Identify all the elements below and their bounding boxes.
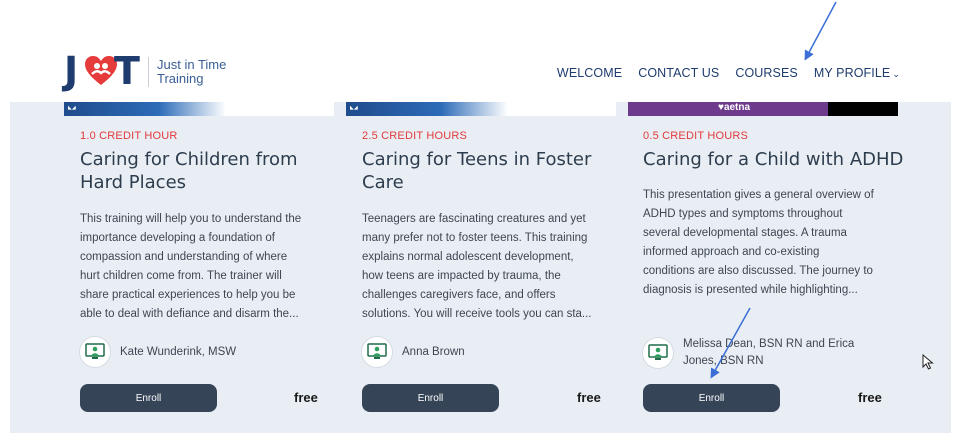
course-title-line: Caring for a Child with ADHD: [643, 149, 904, 170]
thumbnail-brand: ♥aetna: [718, 102, 751, 113]
description-line: explains normal adolescent development,: [362, 251, 574, 263]
nav-contact-us[interactable]: CONTACT US: [638, 66, 719, 80]
nav-courses[interactable]: COURSES: [735, 66, 798, 80]
course-title-line: Caring for Children from: [80, 149, 298, 170]
description-line: several developmental stages. A trauma: [643, 227, 847, 239]
enroll-button[interactable]: Enroll: [643, 384, 780, 412]
enroll-button[interactable]: Enroll: [362, 384, 499, 412]
site-logo[interactable]: J T Just in Time Training: [64, 49, 226, 93]
description-line: ADHD types and symptoms throughout: [643, 208, 843, 220]
credit-hours: 0.5 CREDIT HOURS: [643, 130, 749, 142]
logo-line-1: Just in Time: [157, 57, 227, 72]
course-price: free: [577, 390, 601, 405]
description-line: share practical experiences to help you …: [80, 289, 296, 301]
instructor-avatar: [643, 338, 673, 368]
credit-hours: 2.5 CREDIT HOURS: [362, 130, 468, 142]
course-thumbnail[interactable]: ◣◢: [346, 102, 616, 116]
instructor-avatar: [362, 337, 392, 367]
instructor: Kate Wunderink, MSW: [80, 337, 236, 367]
course-price: free: [294, 390, 318, 405]
heart-people-icon: [85, 56, 117, 85]
logo-text: Just in Time Training: [157, 58, 226, 86]
description-line: hurt children come from. The trainer wil…: [80, 270, 282, 282]
instructor-name-line: Kate Wunderink, MSW: [120, 345, 237, 358]
instructor-name: Melissa Dean, BSN RN and Erica Jones, BS…: [683, 336, 854, 370]
description-line: diagnosis is presented while highlightin…: [643, 284, 858, 296]
course-description: Teenagers are fascinating creatures and …: [362, 210, 598, 324]
description-line: Teenagers are fascinating creatures and …: [362, 213, 586, 225]
instructor-name-line: Melissa Dean, BSN RN and Erica: [683, 338, 855, 350]
course-title[interactable]: Caring for a Child with ADHD: [643, 148, 903, 171]
course-title-line: Caring for Teens in Foster: [362, 149, 592, 170]
thumbnail-brand-icon: ◣◢: [68, 105, 76, 111]
thumbnail-dark-area: [828, 102, 898, 116]
presenter-icon: [85, 343, 105, 359]
description-line: conditions are also discussed. The journ…: [643, 265, 873, 277]
nav-my-profile-label: MY PROFILE: [813, 66, 891, 80]
logo-letter-j: J: [64, 49, 79, 93]
mouse-cursor-icon: [922, 354, 934, 370]
description-line: solutions. You will receive tools you ca…: [362, 308, 592, 320]
course-thumbnail[interactable]: ♥aetna: [628, 102, 898, 116]
instructor-name: Kate Wunderink, MSW: [120, 344, 236, 361]
presenter-icon: [367, 343, 387, 359]
description-line: how teens are impacted by trauma, the: [362, 270, 561, 282]
nav-my-profile[interactable]: MY PROFILE ⌄: [814, 66, 900, 80]
logo-divider: [148, 57, 149, 87]
course-price: free: [858, 390, 882, 405]
presenter-icon: [648, 344, 668, 360]
instructor: Melissa Dean, BSN RN and Erica Jones, BS…: [643, 336, 854, 370]
description-line: This training will help you to understan…: [80, 213, 302, 225]
instructor-name-line: Jones, BSN RN: [683, 355, 764, 367]
main-nav: WELCOME CONTACT US COURSES MY PROFILE ⌄: [557, 66, 900, 80]
description-line: compassion and understanding of where: [80, 251, 288, 263]
description-line: many prefer not to foster teens. This tr…: [362, 232, 588, 244]
course-title[interactable]: Caring for Children from Hard Places: [80, 148, 298, 194]
description-line: challenges caregivers face, and offers: [362, 289, 556, 301]
description-line: able to deal with defiance and disarm th…: [80, 308, 299, 320]
course-description: This training will help you to understan…: [80, 210, 316, 324]
course-description: This presentation gives a general overvi…: [643, 186, 879, 300]
course-title[interactable]: Caring for Teens in Foster Care: [362, 148, 591, 194]
nav-welcome[interactable]: WELCOME: [557, 66, 622, 80]
chevron-down-icon: ⌄: [892, 69, 900, 79]
thumbnail-brand-icon: ◣◢: [350, 105, 358, 111]
course-thumbnail[interactable]: ◣◢: [64, 102, 334, 116]
description-line: informed approach and co-existing: [643, 246, 820, 258]
logo-mark: J T: [64, 49, 142, 93]
instructor-name: Anna Brown: [402, 344, 465, 361]
site-header: J T Just in Time Training WELCOME CONTAC…: [0, 0, 953, 102]
instructor-avatar: [80, 337, 110, 367]
course-title-line: Care: [362, 172, 404, 193]
logo-letter-t: T: [114, 49, 140, 93]
instructor-name-line: Anna Brown: [402, 345, 465, 358]
course-title-line: Hard Places: [80, 172, 187, 193]
description-line: importance developing a foundation of: [80, 232, 276, 244]
enroll-button[interactable]: Enroll: [80, 384, 217, 412]
description-line: This presentation gives a general overvi…: [643, 189, 874, 201]
logo-line-2: Training: [157, 71, 204, 86]
credit-hours: 1.0 CREDIT HOUR: [80, 130, 178, 142]
instructor: Anna Brown: [362, 337, 465, 367]
